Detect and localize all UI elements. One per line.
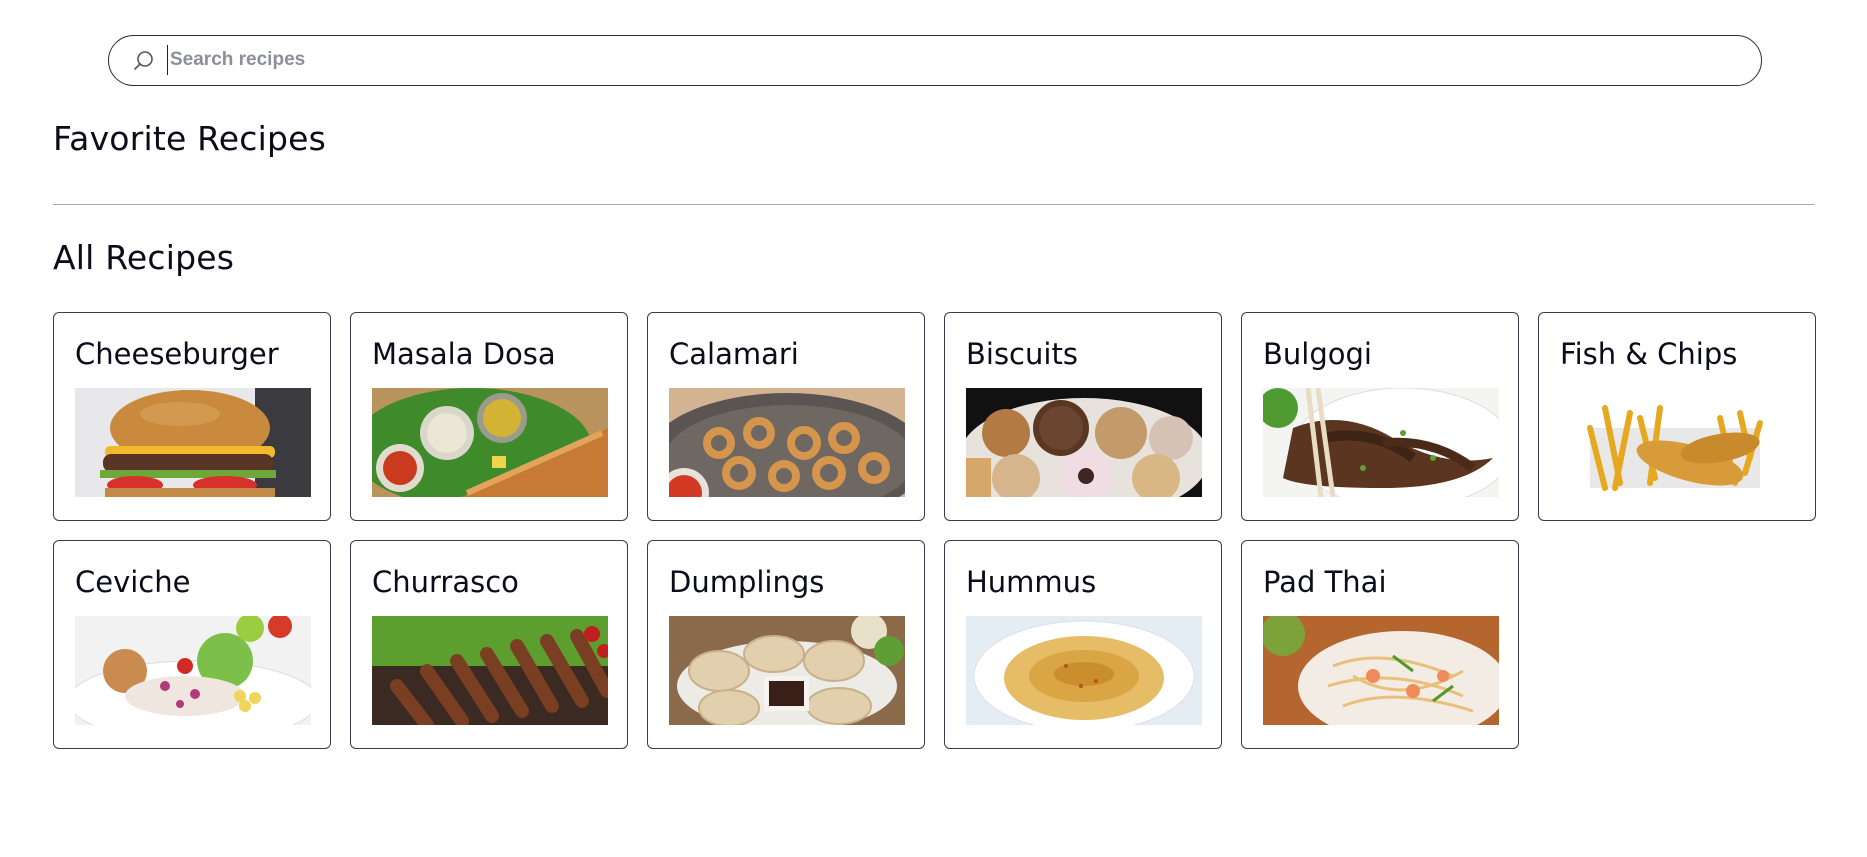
recipe-card[interactable]: Cheeseburger [53,312,331,521]
ceviche-image [75,616,311,725]
recipe-title: Churrasco [372,565,519,599]
all-recipes-heading: All Recipes [53,238,235,277]
recipe-card[interactable]: Masala Dosa [350,312,628,521]
cheeseburger-image [75,388,311,497]
recipe-title: Ceviche [75,565,191,599]
recipe-title: Biscuits [966,337,1078,371]
search-icon [134,51,153,70]
recipe-card[interactable]: Dumplings [647,540,925,749]
hummus-image [966,616,1202,725]
recipe-card[interactable]: Biscuits [944,312,1222,521]
recipe-grid: Cheeseburger Masala Dosa Calamari Biscui… [53,312,1816,749]
search-input[interactable] [167,45,1730,75]
recipe-title: Bulgogi [1263,337,1372,371]
recipe-card[interactable]: Fish & Chips [1538,312,1816,521]
fish-and-chips-image [1560,388,1796,497]
churrasco-image [372,616,608,725]
favorite-recipes-heading: Favorite Recipes [53,119,327,158]
calamari-image [669,388,905,497]
recipe-title: Hummus [966,565,1097,599]
recipe-card[interactable]: Pad Thai [1241,540,1519,749]
masala-dosa-image [372,388,608,497]
bulgogi-image [1263,388,1499,497]
recipe-title: Calamari [669,337,799,371]
pad-thai-image [1263,616,1499,725]
recipe-title: Fish & Chips [1560,337,1738,371]
recipe-title: Masala Dosa [372,337,556,371]
recipe-title: Pad Thai [1263,565,1387,599]
recipe-title: Dumplings [669,565,825,599]
recipe-card[interactable]: Bulgogi [1241,312,1519,521]
recipe-card[interactable]: Calamari [647,312,925,521]
section-divider [53,204,1814,205]
search-bar[interactable] [108,35,1762,86]
biscuits-image [966,388,1202,497]
recipe-card[interactable]: Hummus [944,540,1222,749]
recipe-card[interactable]: Ceviche [53,540,331,749]
dumplings-image [669,616,905,725]
recipe-card[interactable]: Churrasco [350,540,628,749]
recipe-title: Cheeseburger [75,337,279,371]
